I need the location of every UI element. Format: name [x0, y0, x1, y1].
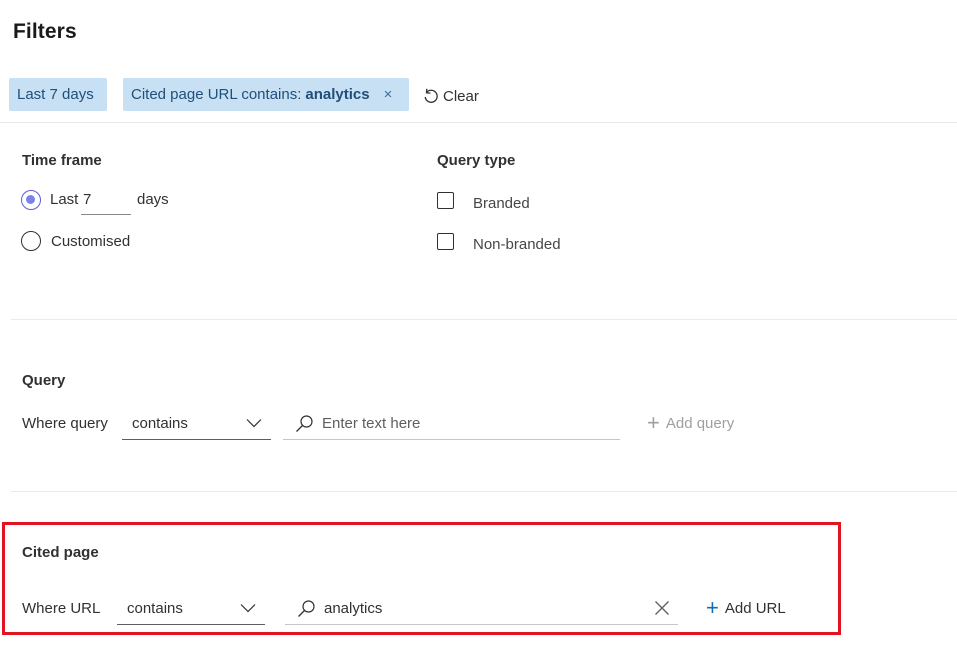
undo-icon [424, 88, 438, 103]
chevron-down-icon [246, 419, 262, 428]
search-icon [298, 599, 315, 617]
where-url-label: Where URL [22, 600, 101, 617]
query-heading: Query [22, 372, 66, 389]
radio-last-label: Last [50, 191, 79, 208]
search-icon [296, 414, 313, 432]
radio-last-days[interactable] [21, 190, 41, 210]
checkbox-branded[interactable] [437, 192, 454, 209]
checkbox-non-branded-label: Non-branded [473, 236, 561, 253]
url-search-field[interactable] [285, 592, 678, 625]
query-type-heading: Query type [437, 152, 516, 169]
query-operator-value: contains [132, 414, 188, 432]
add-url-label: Add URL [724, 599, 786, 617]
query-search-field[interactable] [283, 407, 620, 440]
divider [11, 319, 957, 320]
add-query-button[interactable]: + Add query [647, 412, 734, 434]
days-label: days [137, 191, 169, 208]
close-icon[interactable]: × [384, 87, 393, 102]
url-filter-chip-label: Cited page URL contains: [131, 86, 302, 103]
time-filter-chip-label: Last 7 days [17, 86, 94, 103]
divider [11, 491, 957, 492]
url-filter-chip-value: analytics [305, 86, 370, 103]
divider [0, 122, 957, 123]
where-query-label: Where query [22, 415, 108, 432]
url-operator-value: contains [127, 599, 183, 617]
clear-label: Clear [443, 87, 479, 105]
cited-page-heading: Cited page [22, 544, 99, 561]
query-search-input[interactable] [322, 414, 620, 432]
checkbox-non-branded[interactable] [437, 233, 454, 250]
chevron-down-icon [240, 604, 256, 613]
url-search-input[interactable] [324, 599, 654, 617]
url-filter-chip[interactable]: Cited page URL contains: analytics × [123, 78, 409, 111]
clear-button[interactable]: Clear [422, 84, 479, 108]
query-operator-dropdown[interactable]: contains [122, 407, 271, 440]
add-query-label: Add query [665, 414, 735, 432]
page-title: Filters [13, 20, 77, 43]
days-input[interactable] [81, 185, 131, 215]
add-url-button[interactable]: + Add URL [706, 597, 786, 619]
time-frame-heading: Time frame [22, 152, 102, 169]
checkbox-branded-label: Branded [473, 195, 530, 212]
url-operator-dropdown[interactable]: contains [117, 592, 265, 625]
radio-customised-label: Customised [51, 233, 131, 250]
radio-customised[interactable] [21, 231, 41, 251]
close-icon[interactable] [654, 600, 670, 616]
time-filter-chip[interactable]: Last 7 days [9, 78, 107, 111]
plus-icon: + [706, 595, 719, 620]
plus-icon: + [647, 410, 660, 435]
